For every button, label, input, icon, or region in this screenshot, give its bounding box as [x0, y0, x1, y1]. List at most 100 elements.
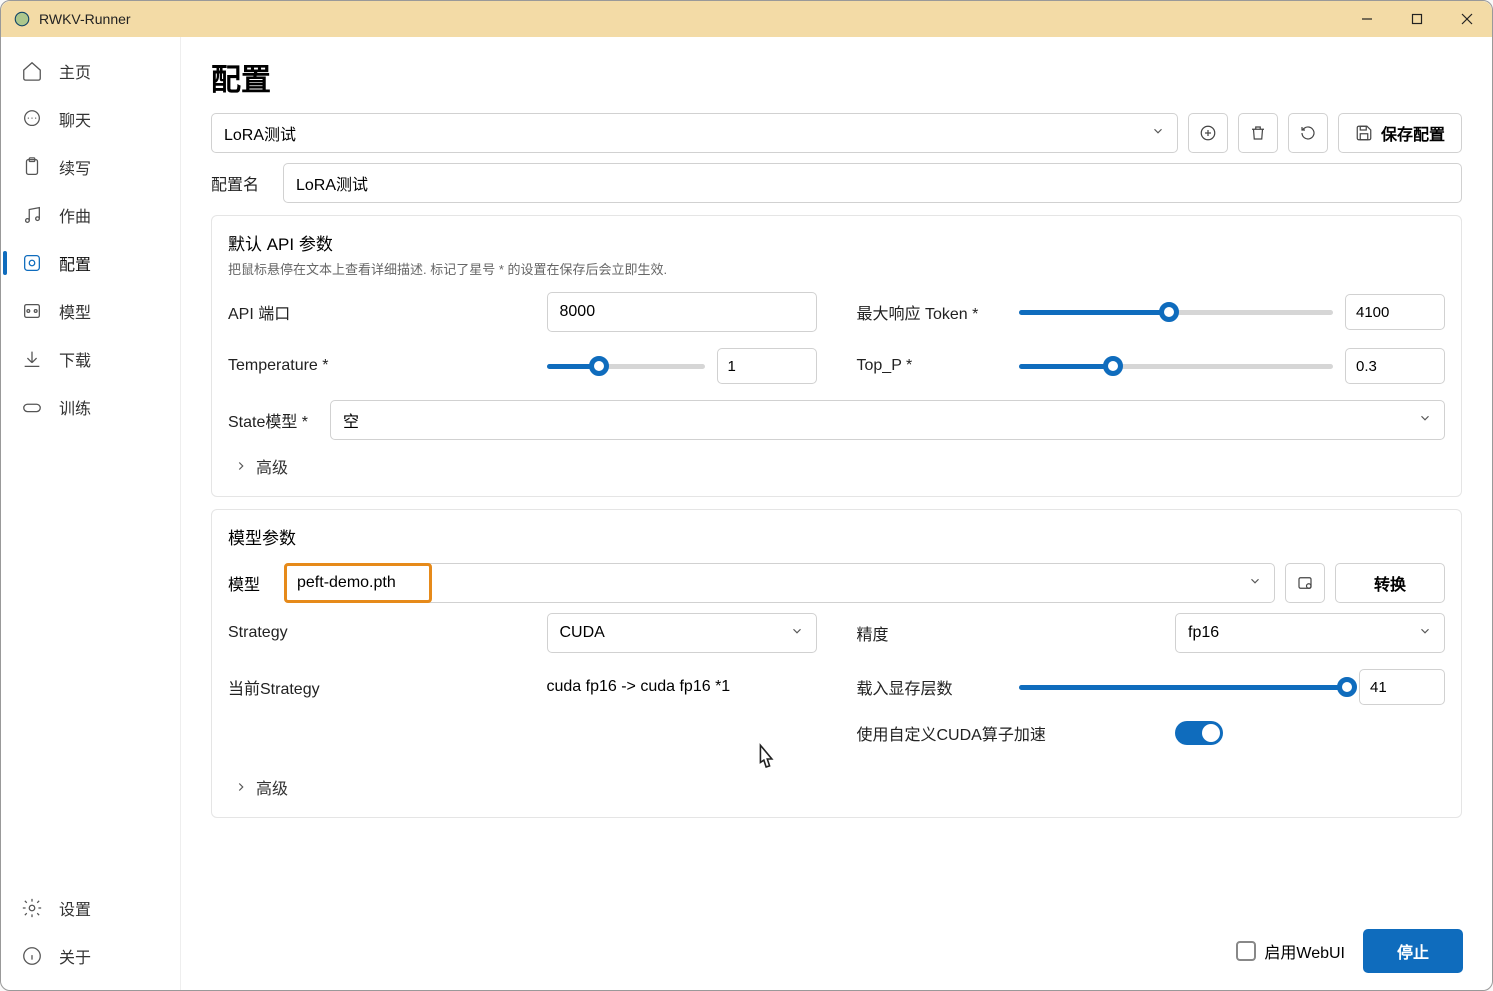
temperature-label: Temperature *: [228, 357, 358, 375]
train-icon: [21, 396, 43, 418]
clipboard-icon: [21, 156, 43, 178]
api-advanced-toggle[interactable]: 高级: [228, 454, 1445, 478]
config-icon: [21, 252, 43, 274]
api-card-desc: 把鼠标悬停在文本上查看详细描述. 标记了星号 * 的设置在保存后会立即生效.: [228, 259, 1445, 278]
model-params-card: 模型参数 模型 peft-demo.pth 转换 Strategy: [211, 509, 1462, 818]
window-title: RWKV-Runner: [39, 11, 131, 27]
sidebar-item-label: 关于: [59, 944, 91, 968]
sidebar-item-label: 设置: [59, 896, 91, 920]
stop-button[interactable]: 停止: [1363, 929, 1463, 973]
save-button-label: 保存配置: [1381, 121, 1445, 145]
convert-button[interactable]: 转换: [1335, 563, 1445, 603]
maximize-button[interactable]: [1392, 1, 1442, 37]
sidebar-item-label: 聊天: [59, 107, 91, 131]
config-selected-value: LoRA测试: [224, 121, 296, 145]
model-select[interactable]: peft-demo.pth: [284, 563, 1275, 603]
precision-value: fp16: [1188, 624, 1219, 642]
sidebar-item-compose[interactable]: 作曲: [1, 191, 180, 239]
sidebar: 主页 聊天 续写 作曲 配置 模型: [1, 37, 181, 990]
layers-label: 载入显存层数: [857, 675, 1007, 699]
reset-config-button[interactable]: [1288, 113, 1328, 153]
topp-value[interactable]: 0.3: [1345, 348, 1445, 384]
webui-label: 启用WebUI: [1264, 939, 1345, 963]
sidebar-item-config[interactable]: 配置: [1, 239, 180, 287]
config-selector[interactable]: LoRA测试: [211, 113, 1178, 153]
precision-select[interactable]: fp16: [1175, 613, 1445, 653]
info-icon: [21, 945, 43, 967]
sidebar-item-label: 作曲: [59, 203, 91, 227]
chevron-down-icon: [1418, 411, 1432, 430]
webui-checkbox[interactable]: [1236, 941, 1256, 961]
current-strategy-label: 当前Strategy: [228, 675, 358, 699]
sidebar-item-label: 续写: [59, 155, 91, 179]
topp-slider[interactable]: [1019, 356, 1334, 376]
sidebar-item-label: 训练: [59, 395, 91, 419]
sidebar-item-home[interactable]: 主页: [1, 47, 180, 95]
chevron-down-icon: [1151, 124, 1165, 143]
model-manage-button[interactable]: [1285, 563, 1325, 603]
api-port-value[interactable]: [560, 303, 804, 321]
download-icon: [21, 348, 43, 370]
strategy-label: Strategy: [228, 624, 358, 642]
temperature-slider[interactable]: [547, 356, 705, 376]
max-tokens-label: 最大响应 Token *: [857, 300, 1007, 324]
stop-label: 停止: [1397, 939, 1429, 963]
layers-value[interactable]: 41: [1359, 669, 1445, 705]
home-icon: [21, 60, 43, 82]
state-model-value: 空: [343, 408, 359, 432]
sidebar-item-completion[interactable]: 续写: [1, 143, 180, 191]
add-config-button[interactable]: [1188, 113, 1228, 153]
sidebar-item-label: 下载: [59, 347, 91, 371]
api-port-input[interactable]: [547, 292, 817, 332]
config-name-text[interactable]: [296, 174, 1449, 192]
config-name-label: 配置名: [211, 171, 273, 195]
max-tokens-value[interactable]: 4100: [1345, 294, 1445, 330]
current-strategy-value: cuda fp16 -> cuda fp16 *1: [547, 678, 817, 696]
strategy-value: CUDA: [560, 624, 605, 642]
model-value: peft-demo.pth: [297, 574, 396, 592]
topp-label: Top_P *: [857, 357, 1007, 375]
config-name-input[interactable]: [283, 163, 1462, 203]
state-model-select[interactable]: 空: [330, 400, 1445, 440]
chat-icon: [21, 108, 43, 130]
sidebar-item-label: 主页: [59, 59, 91, 83]
max-tokens-slider[interactable]: [1019, 302, 1334, 322]
models-icon: [21, 300, 43, 322]
cuda-op-toggle[interactable]: [1175, 721, 1223, 745]
chevron-down-icon: [1248, 574, 1262, 593]
gear-icon: [21, 897, 43, 919]
minimize-button[interactable]: [1342, 1, 1392, 37]
delete-config-button[interactable]: [1238, 113, 1278, 153]
sidebar-item-settings[interactable]: 设置: [1, 884, 180, 932]
sidebar-item-train[interactable]: 训练: [1, 383, 180, 431]
sidebar-item-about[interactable]: 关于: [1, 932, 180, 980]
music-icon: [21, 204, 43, 226]
model-label: 模型: [228, 571, 274, 595]
layers-slider[interactable]: [1019, 677, 1348, 697]
strategy-select[interactable]: CUDA: [547, 613, 817, 653]
page-title: 配置: [211, 55, 1462, 99]
chevron-down-icon: [790, 624, 804, 643]
advanced-label: 高级: [256, 775, 288, 799]
app-icon: [13, 10, 31, 28]
save-config-button[interactable]: 保存配置: [1338, 113, 1462, 153]
temperature-value[interactable]: 1: [717, 348, 817, 384]
sidebar-item-label: 模型: [59, 299, 91, 323]
sidebar-item-download[interactable]: 下载: [1, 335, 180, 383]
sidebar-item-chat[interactable]: 聊天: [1, 95, 180, 143]
cuda-op-label: 使用自定义CUDA算子加速: [857, 721, 1057, 745]
state-model-label: State模型 *: [228, 408, 318, 432]
sidebar-item-label: 配置: [59, 251, 91, 275]
api-params-card: 默认 API 参数 把鼠标悬停在文本上查看详细描述. 标记了星号 * 的设置在保…: [211, 215, 1462, 497]
titlebar: RWKV-Runner: [1, 1, 1492, 37]
model-advanced-toggle[interactable]: 高级: [228, 775, 1445, 799]
api-card-title: 默认 API 参数: [228, 230, 1445, 255]
main-content: 配置 LoRA测试 保存配置 配置名 默认 API 参数 把鼠标悬停在文本上查看…: [181, 37, 1492, 990]
close-button[interactable]: [1442, 1, 1492, 37]
chevron-down-icon: [1418, 624, 1432, 643]
advanced-label: 高级: [256, 454, 288, 478]
webui-checkbox-wrap[interactable]: 启用WebUI: [1236, 939, 1345, 963]
precision-label: 精度: [857, 621, 1007, 645]
sidebar-item-models[interactable]: 模型: [1, 287, 180, 335]
api-port-label: API 端口: [228, 300, 358, 324]
